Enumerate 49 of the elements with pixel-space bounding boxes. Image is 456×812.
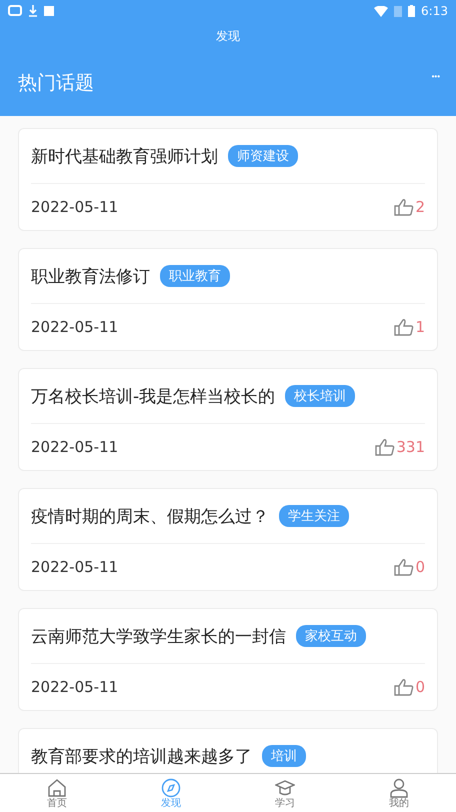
person-icon bbox=[389, 778, 409, 798]
clock: 6:13 bbox=[421, 4, 448, 18]
page-title: 发现 bbox=[216, 28, 240, 44]
topic-card[interactable]: 教育部要求的培训越来越多了 培训 bbox=[18, 728, 438, 773]
topic-tag: 师资建设 bbox=[228, 145, 298, 167]
topic-tag: 学生关注 bbox=[279, 505, 349, 527]
like-count: 0 bbox=[415, 678, 425, 696]
topic-card[interactable]: 职业教育法修订 职业教育 2022-05-11 1 bbox=[18, 248, 438, 351]
compass-icon bbox=[161, 778, 181, 798]
thumbs-up-icon[interactable] bbox=[394, 318, 414, 336]
topic-tag: 职业教育 bbox=[160, 265, 230, 287]
topic-card[interactable]: 云南师范大学致学生家长的一封信 家校互动 2022-05-11 0 bbox=[18, 608, 438, 711]
like-count: 2 bbox=[415, 198, 425, 216]
topic-date: 2022-05-11 bbox=[31, 198, 118, 216]
thumbs-up-icon[interactable] bbox=[394, 558, 414, 576]
topic-title: 万名校长培训-我是怎样当校长的 bbox=[31, 386, 276, 408]
signal-icon bbox=[394, 6, 402, 16]
topic-card[interactable]: 新时代基础教育强师计划 师资建设 2022-05-11 2 bbox=[18, 128, 438, 231]
notification-icon bbox=[44, 6, 54, 16]
nav-tab[interactable]: 学习 bbox=[228, 774, 342, 812]
graduation-cap-icon bbox=[275, 778, 295, 798]
topic-title: 职业教育法修订 bbox=[31, 266, 150, 288]
topic-date: 2022-05-11 bbox=[31, 678, 118, 696]
wifi-icon bbox=[374, 6, 388, 16]
like-count: 0 bbox=[415, 558, 425, 576]
topic-card[interactable]: 万名校长培训-我是怎样当校长的 校长培训 2022-05-11 331 bbox=[18, 368, 438, 471]
nav-tab[interactable]: 我的 bbox=[342, 774, 456, 812]
nav-tab[interactable]: 首页 bbox=[0, 774, 114, 812]
topic-title: 云南师范大学致学生家长的一封信 bbox=[31, 626, 286, 648]
topic-tag: 家校互动 bbox=[296, 625, 366, 647]
topic-card[interactable]: 疫情时期的周末、假期怎么过？ 学生关注 2022-05-11 0 bbox=[18, 488, 438, 591]
like-count: 331 bbox=[396, 438, 425, 456]
thumbs-up-icon[interactable] bbox=[375, 438, 396, 456]
topic-tag: 培训 bbox=[262, 745, 306, 767]
thumbs-up-icon[interactable] bbox=[394, 678, 414, 696]
topic-date: 2022-05-11 bbox=[31, 558, 118, 576]
topic-title: 疫情时期的周末、假期怎么过？ bbox=[31, 506, 269, 528]
thumbs-up-icon[interactable] bbox=[394, 198, 414, 216]
section-title: 热门话题 bbox=[18, 71, 94, 96]
download-icon bbox=[28, 5, 38, 17]
home-icon bbox=[47, 778, 67, 798]
like-count: 1 bbox=[415, 318, 425, 336]
topic-date: 2022-05-11 bbox=[31, 318, 118, 336]
notification-icon bbox=[8, 5, 22, 17]
battery-icon bbox=[408, 5, 416, 17]
topic-title: 教育部要求的培训越来越多了 bbox=[31, 746, 252, 768]
topic-date: 2022-05-11 bbox=[31, 438, 118, 456]
topic-tag: 校长培训 bbox=[285, 385, 356, 407]
topic-title: 新时代基础教育强师计划 bbox=[31, 146, 218, 168]
